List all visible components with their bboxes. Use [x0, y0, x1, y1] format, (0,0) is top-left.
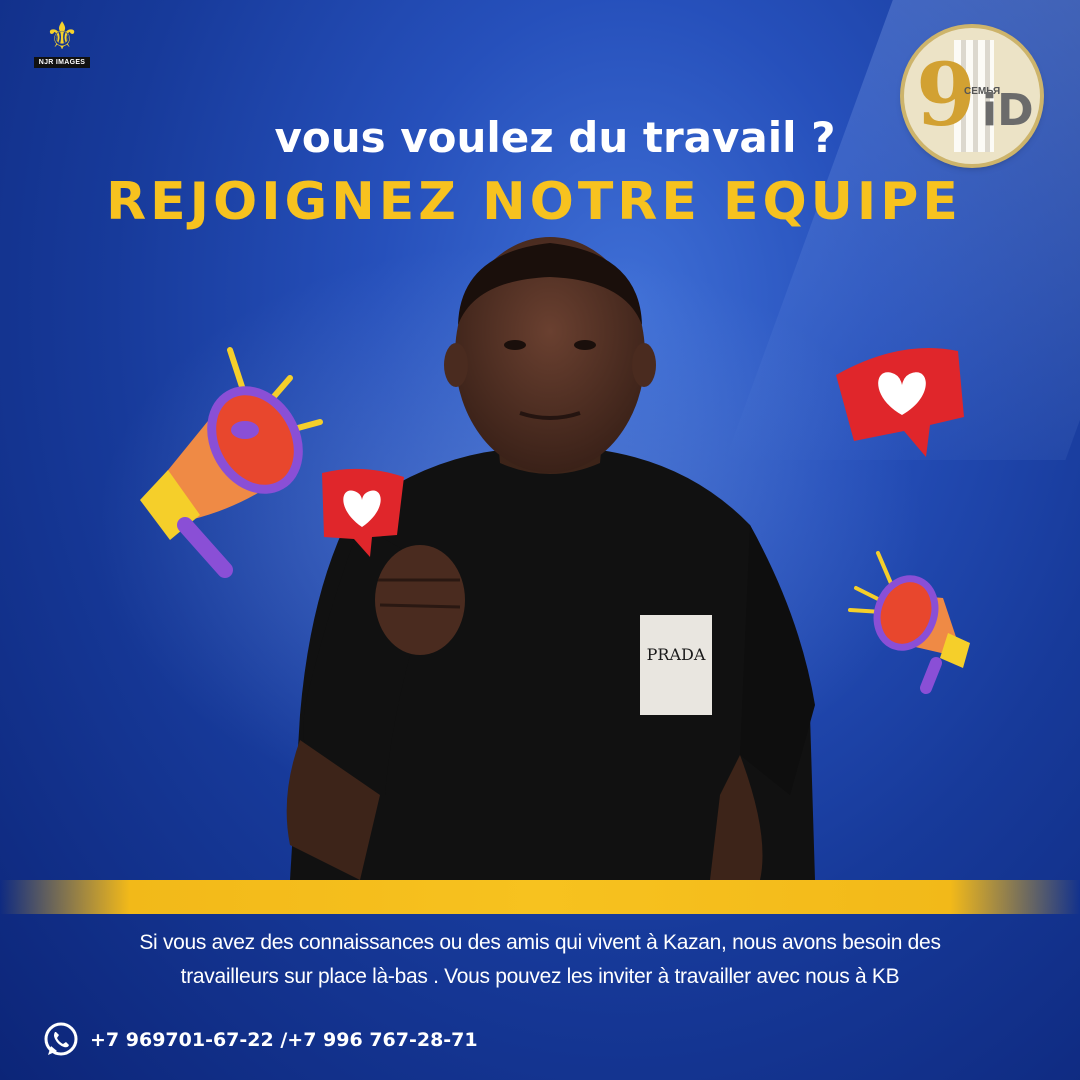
megaphone-icon: [848, 551, 970, 694]
headline: REJOIGNEZ NOTRE EQUIPE: [106, 172, 962, 232]
fleur-de-lis-icon: ⚜: [44, 14, 80, 58]
poster: ⚜ NJR IMAGES 9 СЕМЬЯ iD vous voulez du t…: [0, 0, 1080, 1080]
subtitle: vous voulez du travail ?: [274, 113, 836, 162]
gold-divider-bar: [0, 880, 1080, 914]
body-text: Si vous avez des connaissances ou des am…: [139, 931, 941, 988]
njr-images-logo: ⚜ NJR IMAGES: [34, 16, 90, 68]
contact-row: +7 969701-67-22 /+7 996 767-28-71: [42, 1020, 478, 1060]
phone-numbers[interactable]: +7 969701-67-22 /+7 996 767-28-71: [90, 1029, 478, 1051]
megaphone-icon: [140, 347, 323, 578]
heart-notification-icon: [836, 348, 964, 457]
whatsapp-icon: [44, 1022, 78, 1056]
njr-logo-text: NJR IMAGES: [34, 57, 90, 68]
heart-notification-icon: [322, 468, 404, 557]
shirt-label: PRADA: [647, 645, 706, 664]
